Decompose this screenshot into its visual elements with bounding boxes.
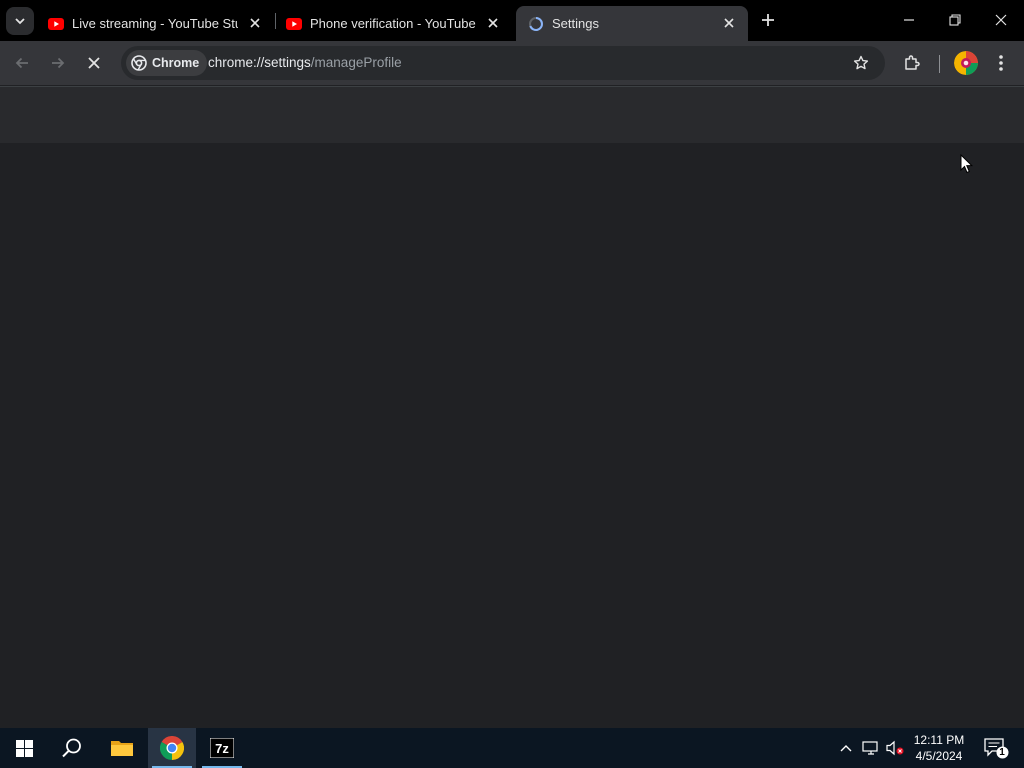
7zip-taskbar-button[interactable]: 7z [198, 728, 246, 768]
tab-title: Settings [552, 16, 599, 31]
svg-text:7z: 7z [215, 741, 229, 756]
notification-count: 1 [999, 747, 1005, 758]
stop-x-icon [88, 57, 100, 69]
show-hidden-icons-button[interactable] [836, 728, 856, 768]
new-tab-button[interactable] [756, 8, 780, 32]
windows-taskbar: 7z 12:11 PM 4/5/2024 1 [0, 728, 1024, 768]
chip-label: Chrome [152, 56, 200, 70]
volume-button[interactable] [884, 728, 906, 768]
network-button[interactable] [860, 728, 882, 768]
close-tab-icon[interactable] [720, 14, 738, 32]
url-path: /manageProfile [310, 55, 402, 70]
bookmark-button[interactable] [847, 49, 875, 77]
volume-muted-icon [886, 740, 904, 756]
network-icon [862, 741, 878, 755]
address-bar[interactable]: Chrome chrome://settings/manageProfile [121, 46, 885, 80]
plus-icon [762, 14, 774, 26]
notifications-button[interactable]: 1 [976, 728, 1016, 768]
stop-loading-button[interactable] [80, 49, 108, 77]
close-tab-icon[interactable] [246, 14, 264, 32]
chrome-taskbar-button[interactable] [148, 728, 196, 768]
taskbar-search-button[interactable] [48, 728, 96, 768]
chrome-logo-icon [131, 55, 147, 71]
file-explorer-button[interactable] [98, 728, 146, 768]
restore-button[interactable] [932, 0, 978, 40]
settings-page-body [0, 143, 1024, 728]
tab-phone-verification[interactable]: Phone verification - YouTube [274, 6, 512, 41]
chevron-down-icon [15, 18, 25, 25]
youtube-icon [286, 16, 302, 32]
browser-toolbar: Chrome chrome://settings/manageProfile [0, 41, 1024, 85]
clock-date: 4/5/2024 [915, 749, 963, 763]
file-explorer-icon [111, 741, 133, 756]
tab-live-streaming[interactable]: Live streaming - YouTube Studio [36, 6, 274, 41]
tab-search-button[interactable] [6, 7, 34, 35]
back-arrow-icon [15, 57, 28, 69]
search-icon [62, 738, 81, 758]
kebab-menu-icon [999, 55, 1003, 71]
youtube-icon [48, 16, 64, 32]
close-icon [995, 14, 1007, 26]
profile-avatar[interactable] [954, 51, 978, 75]
tab-title: Phone verification - YouTube [310, 16, 476, 31]
toolbar-divider [939, 55, 940, 73]
mouse-cursor-icon [960, 153, 974, 179]
chevron-up-icon [840, 745, 852, 752]
url-text[interactable]: chrome://settings/manageProfile [208, 55, 402, 70]
puzzle-icon [905, 55, 920, 70]
windows-start-icon [15, 739, 33, 757]
url-host: chrome://settings [208, 55, 311, 70]
forward-arrow-icon [52, 57, 65, 69]
tab-settings[interactable]: Settings [516, 6, 748, 41]
minimize-icon [904, 19, 914, 21]
minimize-button[interactable] [886, 0, 932, 40]
7zip-icon: 7z [210, 738, 234, 758]
back-button[interactable] [8, 49, 36, 77]
taskbar-clock[interactable]: 12:11 PM 4/5/2024 [906, 732, 972, 764]
restore-icon [949, 14, 961, 26]
close-tab-icon[interactable] [484, 14, 502, 32]
clock-time: 12:11 PM [913, 733, 965, 747]
settings-header-bar [0, 86, 1024, 144]
chrome-menu-button[interactable] [987, 49, 1015, 77]
site-info-chip[interactable]: Chrome [126, 50, 208, 76]
star-icon [853, 55, 869, 70]
extensions-button[interactable] [898, 49, 926, 77]
chrome-icon [160, 736, 184, 760]
start-button[interactable] [0, 728, 48, 768]
tab-strip: Live streaming - YouTube Studio Phone ve… [0, 0, 1024, 41]
forward-button[interactable] [44, 49, 72, 77]
close-window-button[interactable] [978, 0, 1024, 40]
tab-title: Live streaming - YouTube Studio [72, 16, 238, 31]
avatar-icon [954, 51, 978, 75]
loading-spinner-icon [528, 16, 544, 32]
